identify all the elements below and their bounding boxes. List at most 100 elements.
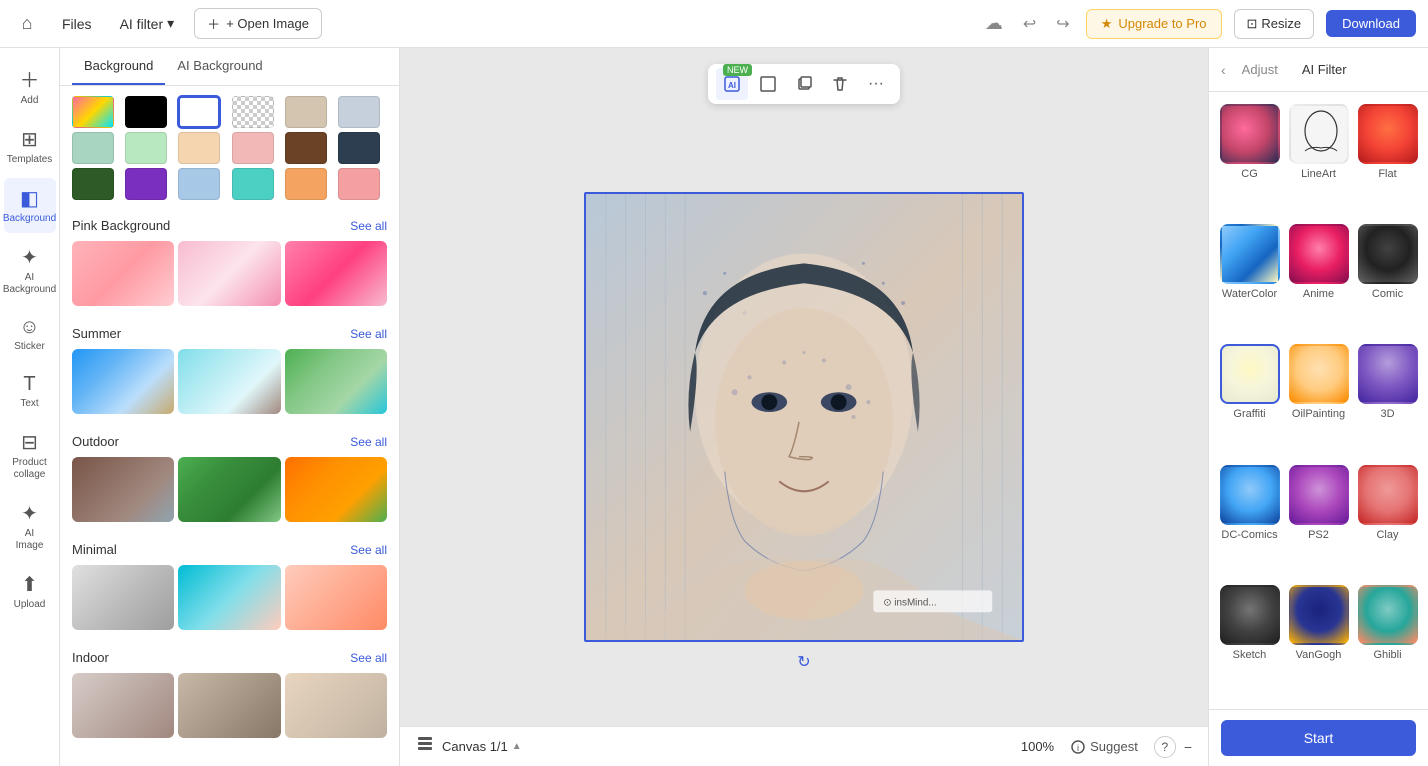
outdoor-thumb-1[interactable] xyxy=(72,457,174,522)
filter-sketch[interactable]: Sketch xyxy=(1219,585,1280,697)
filter-lineart[interactable]: LineArt xyxy=(1288,104,1349,216)
sidebar-item-text[interactable]: T Text xyxy=(4,365,56,418)
main-image[interactable]: ⊙ insMind... xyxy=(584,192,1024,642)
sidebar-item-ai-background[interactable]: ✦ AIBackground xyxy=(4,237,56,304)
frame-tool-button[interactable] xyxy=(752,68,784,100)
back-button[interactable]: ‹ xyxy=(1221,62,1226,78)
ai-background-icon: ✦ xyxy=(21,245,38,270)
indoor-thumb-1[interactable] xyxy=(72,673,174,738)
resize-button[interactable]: ⊡ Resize xyxy=(1234,9,1315,39)
swatch-sky[interactable] xyxy=(178,168,220,200)
swatch-dark-green[interactable] xyxy=(72,168,114,200)
sidebar-item-background[interactable]: ◧ Background xyxy=(4,178,56,233)
suggest-button[interactable]: i Suggest xyxy=(1062,735,1146,759)
sync-button[interactable]: ☁ xyxy=(981,9,1007,38)
filter-comic[interactable]: Comic xyxy=(1357,224,1418,336)
filter-clay[interactable]: Clay xyxy=(1357,465,1418,577)
outdoor-see-all[interactable]: See all xyxy=(350,435,387,449)
sidebar-item-sticker[interactable]: ☺ Sticker xyxy=(4,308,56,361)
more-tool-button[interactable]: ··· xyxy=(860,68,892,100)
pink-background-see-all[interactable]: See all xyxy=(350,219,387,233)
home-button[interactable]: ⌂ xyxy=(12,9,42,39)
swatch-gradient[interactable] xyxy=(72,96,114,128)
adjust-tab[interactable]: Adjust xyxy=(1234,58,1286,81)
swatch-pink-light[interactable] xyxy=(232,132,274,164)
swatch-brown[interactable] xyxy=(285,132,327,164)
help-button[interactable]: ? xyxy=(1154,736,1176,758)
swatch-rose[interactable] xyxy=(338,168,380,200)
filter-vangogh[interactable]: VanGogh xyxy=(1288,585,1349,697)
ai-filter-menu[interactable]: AI filter ▾ xyxy=(112,11,183,36)
start-button[interactable]: Start xyxy=(1221,720,1416,756)
filter-graffiti[interactable]: Graffiti xyxy=(1219,344,1280,456)
download-button[interactable]: Download xyxy=(1326,10,1416,37)
filter-3d[interactable]: 3D xyxy=(1357,344,1418,456)
zoom-out-button[interactable]: − xyxy=(1184,739,1192,755)
filter-watercolor[interactable]: WaterColor xyxy=(1219,224,1280,336)
svg-text:AI: AI xyxy=(728,81,736,90)
swatch-transparent[interactable] xyxy=(232,96,274,128)
minimal-thumb-3[interactable] xyxy=(285,565,387,630)
swatch-orange[interactable] xyxy=(285,168,327,200)
filter-oilpainting[interactable]: OilPainting xyxy=(1288,344,1349,456)
filter-dccomics[interactable]: DC-Comics xyxy=(1219,465,1280,577)
minimal-see-all[interactable]: See all xyxy=(350,543,387,557)
filter-label-graffiti: Graffiti xyxy=(1233,408,1265,420)
sidebar-item-product-collage[interactable]: ⊟ Product collage xyxy=(4,422,56,489)
indoor-thumb-2[interactable] xyxy=(178,673,280,738)
upgrade-button[interactable]: ★ Upgrade to Pro xyxy=(1086,9,1222,39)
swatch-black[interactable] xyxy=(125,96,167,128)
delete-tool-button[interactable] xyxy=(824,68,856,100)
sidebar-item-ai-image-label: AI Image xyxy=(10,528,50,552)
sidebar-item-ai-image[interactable]: ✦ AI Image xyxy=(4,493,56,560)
files-button[interactable]: Files xyxy=(54,12,100,36)
rotate-handle[interactable]: ↻ xyxy=(797,652,810,672)
sidebar-item-add[interactable]: ＋ Add xyxy=(4,56,56,115)
filter-ps2[interactable]: PS2 xyxy=(1288,465,1349,577)
indoor-thumb-3[interactable] xyxy=(285,673,387,738)
redo-button[interactable]: ↪ xyxy=(1052,10,1073,38)
duplicate-tool-button[interactable] xyxy=(788,68,820,100)
sidebar-item-upload[interactable]: ⬆ Upload xyxy=(4,564,56,619)
minimal-header: Minimal See all xyxy=(60,534,399,561)
swatch-teal[interactable] xyxy=(232,168,274,200)
summer-see-all[interactable]: See all xyxy=(350,327,387,341)
outdoor-thumb-2[interactable] xyxy=(178,457,280,522)
pink-bg-thumb-3[interactable] xyxy=(285,241,387,306)
swatch-mint[interactable] xyxy=(72,132,114,164)
swatch-light-blue[interactable] xyxy=(338,96,380,128)
summer-thumb-3[interactable] xyxy=(285,349,387,414)
minimal-thumb-2[interactable] xyxy=(178,565,280,630)
swatch-light-green[interactable] xyxy=(125,132,167,164)
sidebar-item-templates[interactable]: ⊞ Templates xyxy=(4,119,56,174)
filter-ghibli[interactable]: Ghibli xyxy=(1357,585,1418,697)
canvas-arrow[interactable]: ▲ xyxy=(512,741,522,752)
filter-cg[interactable]: CG xyxy=(1219,104,1280,216)
summer-thumb-2[interactable] xyxy=(178,349,280,414)
undo-button[interactable]: ↩ xyxy=(1019,10,1040,38)
swatch-white[interactable] xyxy=(178,96,220,128)
tab-background[interactable]: Background xyxy=(72,48,165,85)
swatch-dark-blue[interactable] xyxy=(338,132,380,164)
pink-bg-thumb-1[interactable] xyxy=(72,241,174,306)
outdoor-thumb-3[interactable] xyxy=(285,457,387,522)
tab-ai-background[interactable]: AI Background xyxy=(165,48,274,85)
outdoor-thumbs xyxy=(60,453,399,534)
swatch-purple[interactable] xyxy=(125,168,167,200)
summer-thumb-1[interactable] xyxy=(72,349,174,414)
swatch-peach[interactable] xyxy=(178,132,220,164)
filter-thumb-anime xyxy=(1289,224,1349,284)
filter-flat[interactable]: Flat xyxy=(1357,104,1418,216)
open-image-button[interactable]: ＋ + Open Image xyxy=(194,8,322,39)
minimal-thumb-1[interactable] xyxy=(72,565,174,630)
pink-bg-thumb-2[interactable] xyxy=(178,241,280,306)
ai-filter-label: AI filter xyxy=(120,16,164,32)
filter-anime[interactable]: Anime xyxy=(1288,224,1349,336)
layers-button[interactable] xyxy=(416,735,434,758)
ai-filter-tab[interactable]: AI Filter xyxy=(1294,58,1355,81)
portrait-svg: ⊙ insMind... xyxy=(586,194,1022,640)
swatch-beige[interactable] xyxy=(285,96,327,128)
ai-tool-button[interactable]: AI NEW xyxy=(716,68,748,100)
new-badge: NEW xyxy=(723,64,752,76)
indoor-see-all[interactable]: See all xyxy=(350,651,387,665)
